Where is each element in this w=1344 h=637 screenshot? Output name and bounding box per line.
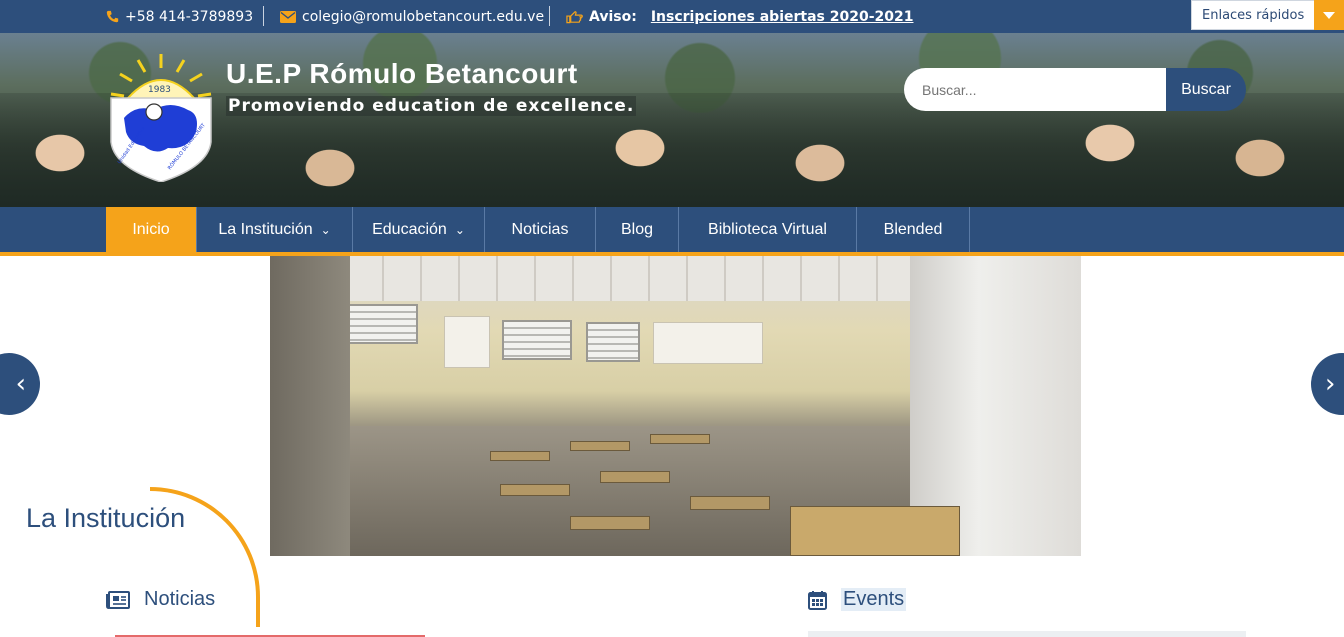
chevron-down-icon: ⌄ [320, 222, 331, 237]
chevron-left-icon: ‹ [15, 369, 26, 399]
nav-item-educacion[interactable]: Educación ⌄ [353, 207, 485, 252]
classroom-window [586, 322, 640, 362]
chevron-down-icon: ⌄ [454, 222, 465, 237]
classroom-desk [570, 441, 630, 451]
search-input[interactable] [904, 68, 1166, 111]
search-button[interactable]: Buscar [1166, 68, 1246, 111]
slider-prev-button[interactable]: ‹ [0, 353, 40, 415]
classroom-desk [500, 484, 570, 496]
top-bar: +58 414-3789893 colegio@romulobetancourt… [0, 0, 1344, 33]
notice-label: Aviso: [589, 8, 637, 25]
nav-item-label: Inicio [132, 220, 170, 238]
nav-item-blog[interactable]: Blog [596, 207, 679, 252]
notice: Aviso: Inscripciones abiertas 2020-2021 [566, 0, 913, 33]
phone-contact[interactable]: +58 414-3789893 [106, 0, 253, 33]
phone-number: +58 414-3789893 [125, 8, 254, 25]
site-tagline-text: Promoviendo education de excellence. [226, 96, 637, 116]
classroom-desk [790, 506, 960, 556]
caret-down-icon[interactable] [1314, 0, 1344, 30]
nav-item-biblioteca-virtual[interactable]: Biblioteca Virtual [679, 207, 857, 252]
main-navigation: Inicio La Institución ⌄ Educación ⌄ Noti… [0, 207, 1344, 256]
nav-item-blended[interactable]: Blended [857, 207, 970, 252]
notice-link[interactable]: Inscripciones abiertas 2020-2021 [651, 9, 914, 25]
divider [549, 6, 550, 26]
nav-item-label: Educación [372, 220, 447, 238]
school-logo[interactable]: 1983 Unidad Educativa RÓMULO BETANCOURT [108, 52, 214, 182]
nav-item-label: Blog [620, 220, 654, 238]
logo-year: 1983 [148, 85, 171, 95]
classroom-desk [690, 496, 770, 510]
news-section-label: Noticias [144, 588, 216, 610]
classroom-desk [650, 434, 710, 444]
classroom-desk [570, 516, 650, 530]
nav-item-noticias[interactable]: Noticias [485, 207, 596, 252]
search-form: Buscar [904, 68, 1246, 111]
classroom-desk [490, 451, 550, 461]
classroom-column [270, 256, 350, 556]
nav-item-label: Noticias [511, 220, 569, 238]
slider-next-button[interactable]: › [1311, 353, 1344, 415]
classroom-poster [444, 316, 490, 368]
site-tagline: Promoviendo education de excellence. [226, 96, 637, 116]
hand-pointing-icon [566, 10, 583, 24]
news-section-title: Noticias [106, 588, 215, 611]
site-title[interactable]: U.E.P Rómulo Betancourt [226, 58, 578, 90]
slider-image-classroom [270, 256, 1081, 556]
email-contact[interactable]: colegio@romulobetancourt.edu.ve [280, 0, 544, 33]
events-section-title: Events [808, 588, 907, 611]
chevron-right-icon: › [1325, 369, 1336, 399]
envelope-icon [280, 10, 296, 23]
nav-item-inicio[interactable]: Inicio [106, 207, 197, 252]
nav-item-la-institucion[interactable]: La Institución ⌄ [197, 207, 353, 252]
quick-links-dropdown[interactable]: Enlaces rápidos [1191, 0, 1344, 30]
calendar-icon [808, 590, 827, 610]
nav-item-label: Blended [883, 220, 943, 238]
events-card-top [808, 631, 1246, 637]
nav-item-label: La Institución [218, 220, 313, 238]
email-address: colegio@romulobetancourt.edu.ve [302, 8, 545, 25]
phone-icon [106, 10, 119, 23]
events-section-label: Events [841, 588, 907, 611]
quick-links-label: Enlaces rápidos [1202, 7, 1305, 23]
classroom-poster [653, 322, 763, 364]
classroom-window [502, 320, 572, 360]
nav-item-label: Biblioteca Virtual [708, 220, 827, 238]
divider [263, 6, 264, 26]
slider-caption[interactable]: La Institución [26, 503, 185, 534]
classroom-desk [600, 471, 670, 483]
newspaper-icon [106, 590, 130, 609]
